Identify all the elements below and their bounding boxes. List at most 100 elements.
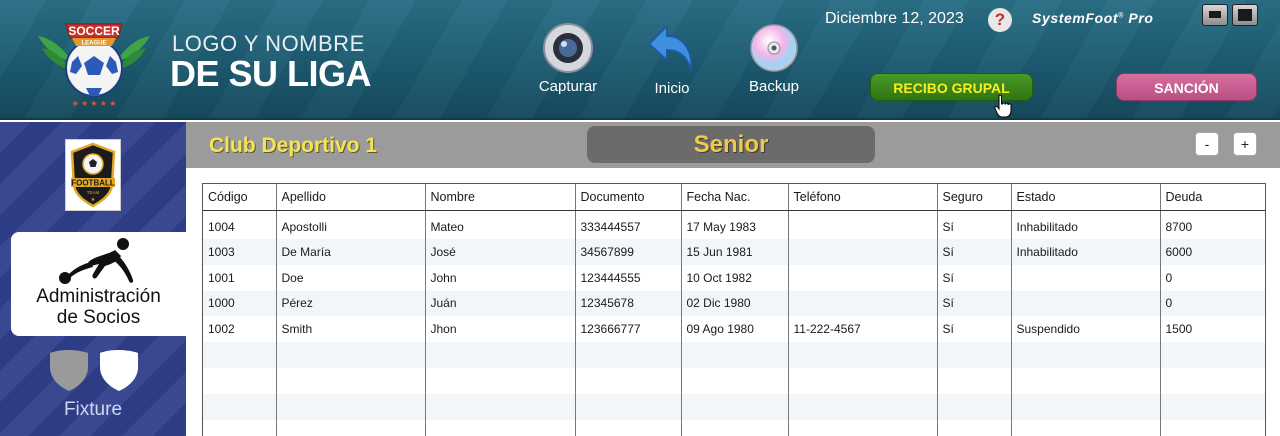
- empty-table-row[interactable]: [203, 342, 1265, 368]
- zoom-in-button[interactable]: +: [1233, 132, 1257, 156]
- capturar-label: Capturar: [538, 78, 598, 95]
- table-cell: Sí: [937, 210, 1012, 239]
- disc-icon: [750, 24, 798, 72]
- sancion-button[interactable]: SANCIÓN: [1116, 73, 1257, 101]
- table-row[interactable]: 1003 De María José 34567899 15 Jun 1981 Sí Inh…: [203, 239, 1265, 265]
- table-cell: 123666777: [575, 316, 682, 343]
- table-row[interactable]: 1000 Pérez Juán 12345678 02 Dic 1980 Sí 0: [203, 290, 1265, 317]
- table-cell: [575, 367, 682, 394]
- minimize-window-button[interactable]: [1202, 4, 1228, 26]
- empty-table-row[interactable]: [203, 393, 1265, 420]
- badge-text-football: FOOTBALL: [71, 179, 115, 188]
- table-cell: [203, 393, 277, 420]
- table-cell: 17 May 1983: [681, 210, 789, 239]
- table-cell: 15 Jun 1981: [681, 239, 789, 265]
- brand-suffix: Pro: [1123, 10, 1154, 26]
- table-cell: [1011, 419, 1161, 436]
- logo-text-league: LEAGUE: [81, 41, 106, 47]
- column-header[interactable]: Teléfono: [788, 184, 938, 211]
- sidebar-item-fixture[interactable]: Fixture: [0, 347, 186, 436]
- column-header[interactable]: Estado: [1011, 184, 1161, 211]
- table-cell: Jhon: [425, 316, 576, 343]
- table-cell: 09 Ago 1980: [681, 316, 789, 343]
- club-title-bar: Club Deportivo 1 Senior - +: [186, 122, 1280, 168]
- socios-table: Código Apellido Nombre Documento Fecha Nac. T…: [202, 183, 1266, 436]
- table-cell: [575, 342, 682, 368]
- sidebar-item-administracion-socios[interactable]: Administración de Socios: [11, 232, 186, 336]
- column-header[interactable]: Nombre: [425, 184, 576, 211]
- table-cell: [1160, 367, 1265, 394]
- brand-name: SystemFoot® Pro: [1032, 10, 1154, 26]
- backup-label: Backup: [748, 78, 800, 95]
- sidebar-item-club[interactable]: FOOTBALL TEAM ★: [65, 139, 121, 211]
- column-header[interactable]: Fecha Nac.: [681, 184, 789, 211]
- table-row[interactable]: 1002 Smith Jhon 123666777 09 Ago 1980 11-222-…: [203, 316, 1265, 343]
- table-cell: 0: [1160, 290, 1265, 317]
- table-cell: Smith: [276, 316, 426, 343]
- empty-table-row[interactable]: [203, 367, 1265, 394]
- category-selector[interactable]: Senior: [587, 126, 875, 163]
- inicio-button[interactable]: Inicio: [642, 22, 702, 97]
- table-cell: [681, 393, 789, 420]
- table-cell: 0: [1160, 264, 1265, 291]
- capturar-button[interactable]: Capturar: [532, 22, 604, 95]
- zoom-out-button[interactable]: -: [1195, 132, 1219, 156]
- table-cell: [788, 210, 938, 239]
- table-cell: 1004: [203, 210, 277, 239]
- table-row[interactable]: 1004 Apostolli Mateo 333444557 17 May 1983 Sí…: [203, 210, 1265, 239]
- table-cell: 6000: [1160, 239, 1265, 265]
- app-header: SOCCER LEAGUE ★ ★ ★ ★ ★ LOGO Y NOMBRE DE…: [0, 0, 1280, 120]
- club-name: Club Deportivo 1: [209, 134, 378, 157]
- table-cell: [1011, 342, 1161, 368]
- svg-text:★ ★ ★ ★ ★: ★ ★ ★ ★ ★: [72, 99, 117, 108]
- table-cell: Apostolli: [276, 210, 426, 239]
- table-cell: [276, 342, 426, 368]
- table-cell: 1500: [1160, 316, 1265, 343]
- player-kick-icon: [59, 238, 134, 284]
- table-cell: [1160, 342, 1265, 368]
- table-cell: [203, 367, 277, 394]
- table-cell: De María: [276, 239, 426, 265]
- league-name-line2: DE SU LIGA: [170, 53, 372, 94]
- table-cell: [788, 239, 938, 265]
- table-cell: [788, 290, 938, 317]
- column-header[interactable]: Documento: [575, 184, 682, 211]
- shields-icon: [50, 350, 138, 391]
- column-header[interactable]: Código: [203, 184, 277, 211]
- camera-icon: [543, 23, 593, 73]
- table-cell: [788, 264, 938, 291]
- table-cell: [276, 419, 426, 436]
- sidebar-item-fixture-label: Fixture: [63, 399, 123, 420]
- table-cell: [1011, 393, 1161, 420]
- column-header[interactable]: Seguro: [937, 184, 1012, 211]
- table-cell: 123444555: [575, 264, 682, 291]
- inicio-label: Inicio: [654, 80, 690, 97]
- table-cell: [276, 393, 426, 420]
- sidebar-item-label-line1: Administración: [36, 286, 161, 307]
- table-row[interactable]: 1001 Doe John 123444555 10 Oct 1982 Sí 0: [203, 264, 1265, 291]
- table-cell: Sí: [937, 264, 1012, 291]
- table-cell: 333444557: [575, 210, 682, 239]
- column-header[interactable]: Apellido: [276, 184, 426, 211]
- help-icon[interactable]: ?: [988, 8, 1012, 32]
- table-cell: Sí: [937, 239, 1012, 265]
- table-cell: [937, 419, 1012, 436]
- table-cell: [788, 419, 938, 436]
- svg-text:★: ★: [91, 197, 96, 203]
- table-cell: 8700: [1160, 210, 1265, 239]
- table-cell: [575, 393, 682, 420]
- table-cell: [788, 367, 938, 394]
- table-cell: Pérez: [276, 290, 426, 317]
- backup-button[interactable]: Backup: [740, 22, 808, 95]
- table-cell: [1160, 393, 1265, 420]
- maximize-window-button[interactable]: [1232, 4, 1258, 26]
- table-cell: Suspendido: [1011, 316, 1161, 343]
- column-header[interactable]: Deuda: [1160, 184, 1265, 211]
- sidebar: FOOTBALL TEAM ★ Administración de Socios…: [0, 122, 186, 436]
- table-cell: Inhabilitado: [1011, 210, 1161, 239]
- empty-table-row[interactable]: [203, 419, 1265, 436]
- badge-text-team: TEAM: [87, 190, 100, 195]
- table-cell: [425, 367, 576, 394]
- table-cell: 11-222-4567: [788, 316, 938, 343]
- table-cell: [425, 342, 576, 368]
